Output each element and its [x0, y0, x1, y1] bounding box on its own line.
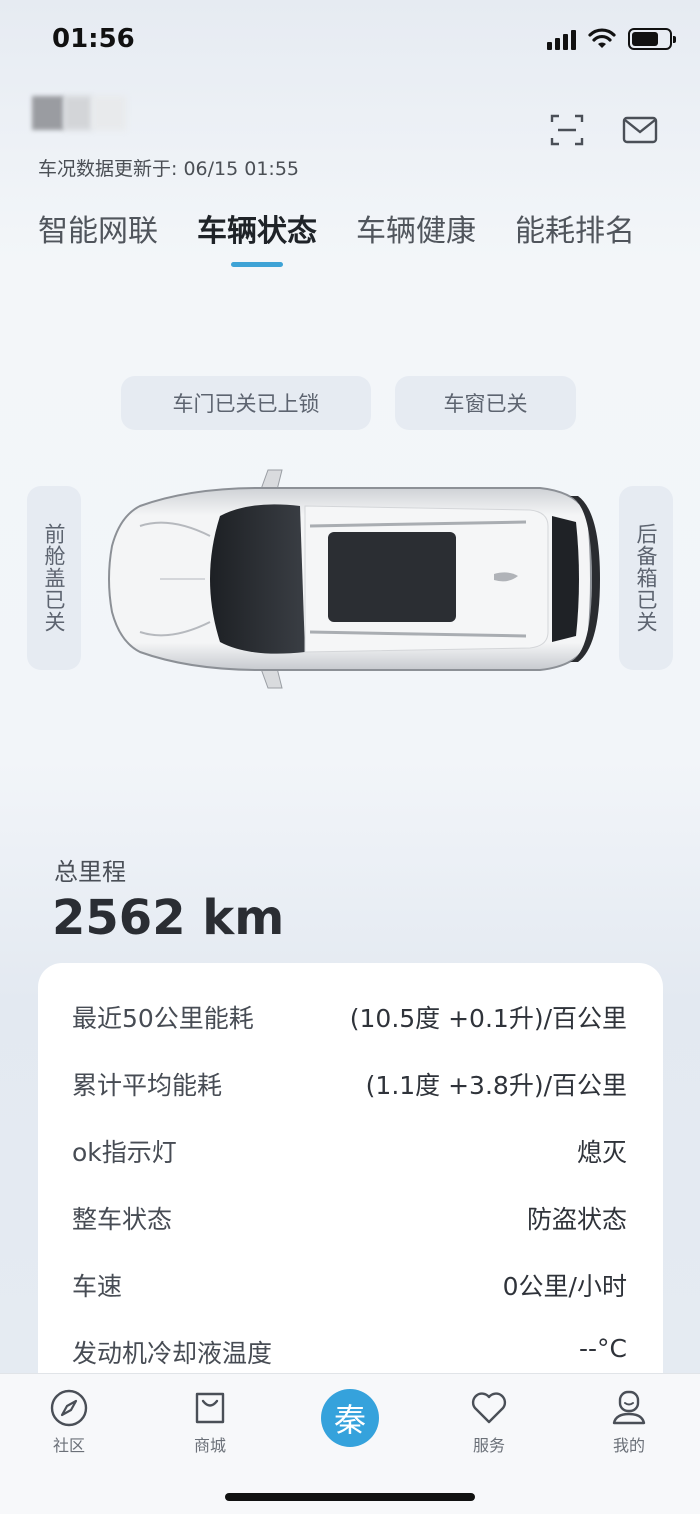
detail-key: 整车状态 [72, 1205, 173, 1234]
detail-key: ok指示灯 [72, 1138, 177, 1167]
detail-value: 熄灭 [576, 1138, 627, 1167]
hood-status-chip: 前舱盖已关 [27, 486, 81, 670]
nav-service[interactable]: 服务 [449, 1388, 529, 1456]
nav-center-qin-button[interactable]: 秦 [321, 1389, 379, 1447]
nav-mall[interactable]: 商城 [170, 1388, 250, 1456]
vehicle-detail-card: 最近50公里能耗 (10.5度 +0.1升)/百公里 累计平均能耗 (1.1度 … [38, 963, 663, 1403]
battery-icon [628, 28, 676, 50]
status-time: 01:56 [52, 24, 135, 54]
update-time-text: 车况数据更新于: 06/15 01:55 [38, 158, 299, 180]
detail-row: 最近50公里能耗 (10.5度 +0.1升)/百公里 [38, 999, 663, 1039]
nav-service-label: 服务 [472, 1436, 505, 1455]
trunk-status-chip: 后备箱已关 [619, 486, 673, 670]
status-icons [547, 28, 676, 50]
detail-row: 整车状态 防盗状态 [38, 1200, 663, 1240]
shopping-bag-icon [195, 1392, 225, 1424]
window-status-text: 车窗已关 [443, 392, 528, 416]
active-tab-indicator [231, 262, 283, 267]
wifi-icon [588, 28, 616, 48]
detail-value: (1.1度 +3.8升)/百公里 [365, 1071, 627, 1100]
nav-mine-label: 我的 [612, 1436, 645, 1455]
scan-icon[interactable] [549, 112, 585, 148]
detail-row: 累计平均能耗 (1.1度 +3.8升)/百公里 [38, 1066, 663, 1106]
window-status-chip: 车窗已关 [395, 376, 576, 430]
signal-icon [547, 28, 576, 50]
avatar[interactable] [32, 96, 126, 130]
tab-connected[interactable]: 智能网联 [38, 206, 158, 250]
detail-key: 发动机冷却液温度 [72, 1339, 273, 1368]
door-status-text: 车门已关已上锁 [172, 392, 320, 416]
detail-value: (10.5度 +0.1升)/百公里 [349, 1004, 627, 1033]
tab-energy-ranking[interactable]: 能耗排名 [515, 206, 635, 250]
mileage-value: 2562 km [52, 890, 285, 946]
detail-row: 车速 0公里/小时 [38, 1267, 663, 1307]
home-indicator [225, 1493, 475, 1501]
heart-icon [471, 1392, 507, 1424]
user-icon [612, 1390, 646, 1425]
nav-community[interactable]: 社区 [29, 1388, 109, 1456]
nav-community-label: 社区 [52, 1436, 85, 1455]
tab-vehicle-health[interactable]: 车辆健康 [356, 206, 476, 250]
compass-icon [50, 1389, 88, 1427]
nav-mall-label: 商城 [193, 1436, 226, 1455]
detail-key: 最近50公里能耗 [72, 1004, 254, 1033]
mileage-label: 总里程 [54, 858, 126, 886]
detail-value: 0公里/小时 [502, 1272, 627, 1301]
nav-mine[interactable]: 我的 [589, 1388, 669, 1456]
mail-icon[interactable] [622, 112, 658, 148]
hood-status-text: 前舱盖已关 [42, 523, 66, 633]
detail-value: --°C [579, 1334, 627, 1363]
detail-row: ok指示灯 熄灭 [38, 1133, 663, 1173]
car-top-view-image [108, 469, 600, 689]
detail-value: 防盗状态 [526, 1205, 627, 1234]
tab-vehicle-status[interactable]: 车辆状态 [197, 206, 317, 250]
detail-key: 累计平均能耗 [72, 1071, 223, 1100]
status-bar: 01:56 [0, 0, 700, 80]
door-status-chip: 车门已关已上锁 [121, 376, 371, 430]
tab-bar: 智能网联 车辆状态 车辆健康 能耗排名 [0, 206, 700, 276]
detail-row: 发动机冷却液温度 --°C [38, 1334, 663, 1374]
trunk-status-text: 后备箱已关 [634, 523, 658, 633]
detail-key: 车速 [72, 1272, 123, 1301]
